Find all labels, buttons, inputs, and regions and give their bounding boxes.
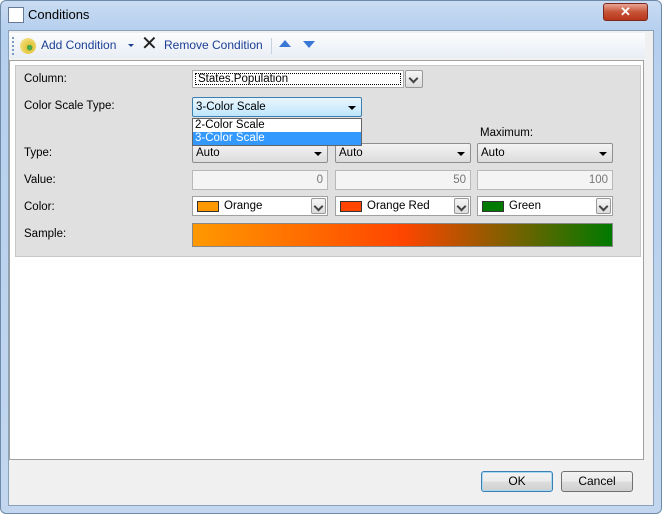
sample-gradient	[192, 223, 613, 247]
type-value: Auto	[339, 147, 363, 159]
minimum-color-picker[interactable]: Orange	[192, 196, 328, 216]
midpoint-value-input[interactable]: 50	[335, 170, 471, 190]
move-down-icon[interactable]	[303, 41, 315, 48]
sample-label: Sample:	[24, 228, 67, 240]
add-condition-icon	[20, 38, 36, 54]
color-name: Orange	[224, 200, 263, 212]
chevron-down-icon[interactable]	[596, 198, 611, 214]
window-title: Conditions	[28, 7, 90, 22]
column-label: Column:	[24, 73, 67, 85]
maximum-type-dropdown[interactable]: Auto	[477, 143, 613, 163]
toolbar-separator	[271, 38, 272, 54]
column-dropdown-button[interactable]	[405, 70, 423, 88]
add-condition-button[interactable]: Add Condition	[41, 38, 116, 52]
color-name: Orange Red	[367, 200, 430, 212]
remove-condition-button[interactable]: Remove Condition	[164, 38, 263, 52]
color-swatch	[482, 201, 504, 212]
scale-option-2-color[interactable]: 2-Color Scale	[193, 119, 361, 132]
ok-button[interactable]: OK	[481, 471, 553, 492]
color-swatch	[197, 201, 219, 212]
add-condition-dropdown-icon[interactable]	[128, 44, 134, 47]
move-up-icon[interactable]	[279, 40, 291, 47]
scale-option-3-color[interactable]: 3-Color Scale	[193, 132, 361, 145]
chart-icon	[8, 7, 24, 23]
color-name: Green	[509, 200, 541, 212]
type-label: Type:	[24, 147, 53, 159]
scale-type-dropdown[interactable]: 3-Color Scale	[192, 97, 362, 117]
minimum-type-dropdown[interactable]: Auto	[192, 143, 328, 163]
scale-type-label: Color Scale Type:	[24, 100, 115, 112]
chevron-down-icon[interactable]	[454, 198, 469, 214]
column-field[interactable]: States.Population	[192, 70, 404, 88]
maximum-value-input[interactable]: 100	[477, 170, 613, 190]
maximum-header: Maximum:	[480, 127, 534, 139]
color-swatch	[340, 201, 362, 212]
type-value: Auto	[196, 147, 220, 159]
midpoint-color-picker[interactable]: Orange Red	[335, 196, 471, 216]
cancel-button[interactable]: Cancel	[561, 471, 633, 492]
close-button[interactable]: ✕	[603, 3, 648, 21]
remove-icon: ✕	[141, 33, 158, 55]
color-label: Color:	[24, 201, 55, 213]
column-value: States.Population	[195, 73, 401, 85]
type-value: Auto	[481, 147, 505, 159]
scale-type-value: 3-Color Scale	[196, 101, 266, 113]
value-label: Value:	[24, 174, 56, 186]
maximum-color-picker[interactable]: Green	[477, 196, 613, 216]
chevron-down-icon[interactable]	[311, 198, 326, 214]
scale-type-list: 2-Color Scale 3-Color Scale	[192, 118, 362, 146]
toolbar-grip[interactable]	[12, 37, 14, 55]
midpoint-type-dropdown[interactable]: Auto	[335, 143, 471, 163]
minimum-value-input[interactable]: 0	[192, 170, 328, 190]
